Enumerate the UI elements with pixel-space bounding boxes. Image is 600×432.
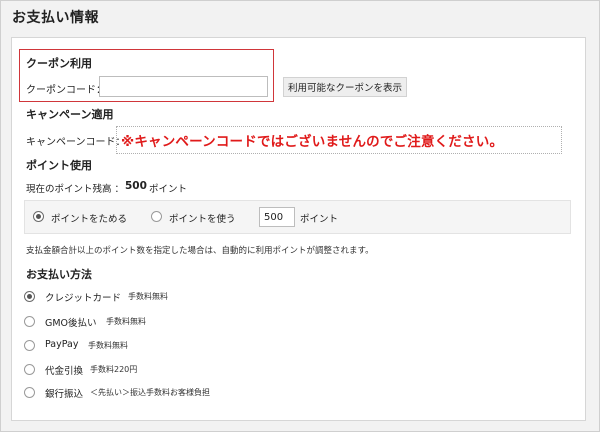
points-use-radio[interactable]: [151, 211, 162, 222]
points-balance-unit: ポイント: [149, 184, 188, 195]
payment-method-fee: ＜先払い＞振込手数料お客様負担: [90, 388, 210, 397]
show-coupons-button[interactable]: 利用可能なクーポンを表示: [283, 77, 407, 97]
payment-method-fee: 手数料無料: [128, 292, 168, 301]
points-use-amount-input[interactable]: [259, 207, 295, 227]
points-save-label: ポイントをためる: [51, 214, 128, 225]
payment-radio[interactable]: [24, 387, 35, 398]
payment-radio[interactable]: [24, 316, 35, 327]
points-use-unit: ポイント: [300, 214, 339, 225]
payment-method-fee: 手数料無料: [106, 317, 146, 326]
campaign-warning-text: ※キャンペーンコードではございませんのでご注意ください。: [116, 126, 562, 154]
payment-method-name: PayPay: [45, 339, 79, 350]
payment-radio[interactable]: [24, 291, 35, 302]
payment-radio[interactable]: [24, 364, 35, 375]
payment-method-name: 代金引換: [45, 366, 84, 377]
payment-method-name: GMO後払い: [45, 318, 97, 329]
payment-method-name: 銀行振込: [45, 389, 84, 400]
payment-section-title: お支払い方法: [26, 268, 92, 281]
payment-method-fee: 手数料220円: [90, 365, 138, 374]
campaign-section-title: キャンペーン適用: [26, 108, 114, 121]
points-balance-value: 500: [125, 180, 147, 192]
payment-method-name: クレジットカード: [45, 293, 122, 304]
coupon-code-label: クーポンコード：: [26, 85, 106, 96]
coupon-code-input[interactable]: [99, 76, 268, 97]
coupon-section-title: クーポン利用: [26, 57, 92, 70]
points-adjust-note: 支払金額合計以上のポイント数を指定した場合は、自動的に利用ポイントが調整されます…: [26, 246, 374, 256]
points-use-label: ポイントを使う: [169, 214, 236, 225]
campaign-code-label: キャンペーンコード：: [26, 137, 126, 148]
points-save-radio[interactable]: [33, 211, 44, 222]
payment-method-fee: 手数料無料: [88, 341, 128, 350]
points-section-title: ポイント使用: [26, 159, 92, 172]
points-balance-label: 現在のポイント残高 ：: [26, 184, 125, 195]
page-title: お支払い情報: [12, 10, 99, 26]
payment-radio[interactable]: [24, 340, 35, 351]
